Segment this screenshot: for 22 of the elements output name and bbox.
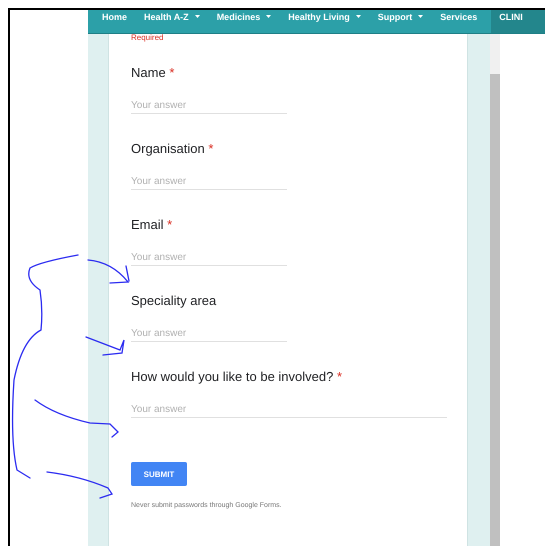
answer-field[interactable]: Your answer bbox=[131, 98, 287, 114]
question-label: How would you like to be involved? bbox=[131, 369, 334, 384]
question-label: Email bbox=[131, 217, 164, 232]
answer-field[interactable]: Your answer bbox=[131, 250, 287, 266]
question-label: Speciality area bbox=[131, 293, 216, 308]
required-mark: * bbox=[169, 65, 174, 80]
submit-button[interactable]: SUBMIT bbox=[131, 462, 187, 486]
required-mark: * bbox=[208, 141, 214, 156]
required-mark: * bbox=[167, 217, 172, 232]
question-label: Organisation bbox=[131, 141, 205, 156]
nav-link[interactable]: Support bbox=[378, 10, 440, 23]
nav-link[interactable]: Medicines bbox=[216, 10, 288, 23]
question-label: Name bbox=[131, 65, 166, 80]
answer-field[interactable]: Your answer bbox=[131, 326, 287, 342]
required-note: Required bbox=[131, 34, 164, 44]
nav-link[interactable]: Healthy Living bbox=[288, 10, 378, 23]
answer-field[interactable]: Your answer bbox=[131, 402, 447, 418]
nav-link[interactable]: Home bbox=[102, 10, 144, 23]
nav-link[interactable]: Health A-Z bbox=[144, 10, 217, 23]
scrollbar[interactable] bbox=[490, 34, 500, 546]
answer-field[interactable]: Your answer bbox=[131, 174, 287, 190]
required-mark: * bbox=[336, 369, 342, 384]
